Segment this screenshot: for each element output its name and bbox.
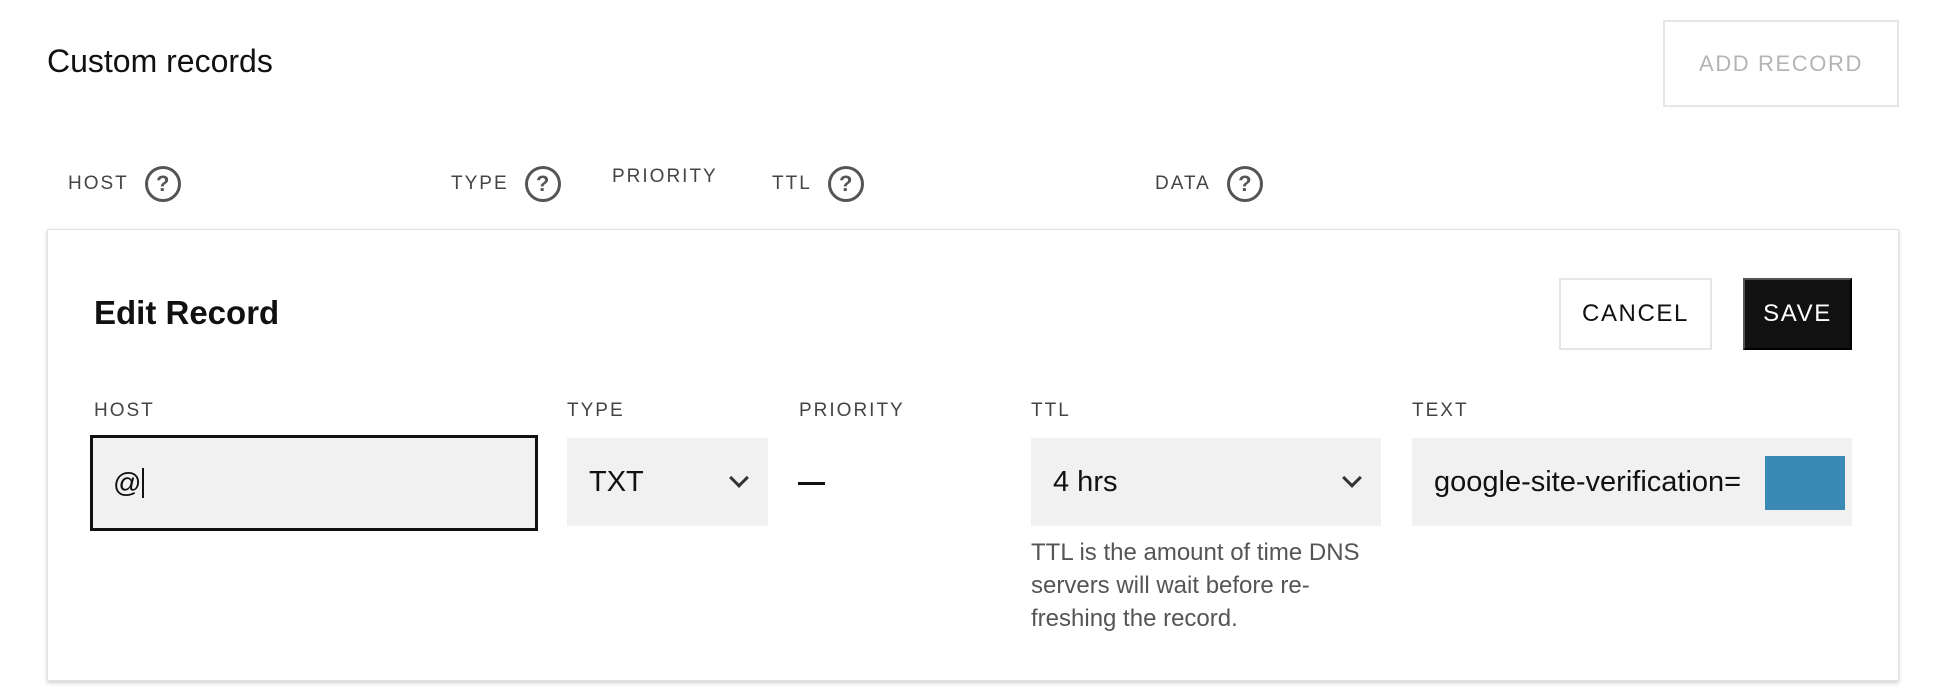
redacted-value-block — [1765, 456, 1845, 510]
column-header-host-label: HOST — [68, 173, 129, 194]
edit-record-card: Edit Record CANCEL SAVE HOST TYPE PRIORI… — [47, 229, 1899, 681]
question-circle-icon[interactable]: ? — [827, 166, 864, 202]
column-header-ttl: TTL ? — [772, 166, 864, 202]
column-header-data: DATA ? — [1155, 166, 1263, 202]
column-header-type: TYPE ? — [451, 166, 561, 202]
save-button[interactable]: SAVE — [1743, 278, 1852, 350]
custom-records-page: Custom records ADD RECORD HOST ? TYPE ? … — [0, 0, 1956, 688]
add-record-button[interactable]: ADD RECORD — [1663, 20, 1899, 107]
type-field-label: TYPE — [567, 400, 625, 421]
host-field-label: HOST — [94, 400, 155, 421]
text-caret — [142, 468, 145, 498]
type-select-value: TXT — [589, 465, 644, 498]
cancel-button[interactable]: CANCEL — [1559, 278, 1712, 350]
ttl-help-text: TTL is the amount of time DNS servers wi… — [1031, 539, 1360, 632]
column-header-priority-label: PRIORITY — [612, 166, 718, 187]
question-circle-icon[interactable]: ? — [524, 166, 561, 202]
column-header-priority: PRIORITY — [612, 166, 718, 188]
question-circle-icon[interactable]: ? — [1226, 166, 1263, 202]
host-input[interactable]: @ — [90, 435, 538, 531]
text-input-value: google-site-verification= — [1434, 465, 1742, 498]
type-select[interactable]: TXT — [567, 438, 768, 526]
ttl-select-value: 4 hrs — [1053, 465, 1118, 498]
chevron-down-icon — [729, 468, 749, 488]
question-circle-icon[interactable]: ? — [144, 166, 181, 202]
host-input-value: @ — [113, 467, 142, 498]
column-header-ttl-label: TTL — [772, 173, 812, 194]
column-header-host: HOST ? — [68, 166, 181, 202]
ttl-field-label: TTL — [1031, 400, 1071, 421]
ttl-select[interactable]: 4 hrs — [1031, 438, 1381, 526]
priority-value — [798, 482, 825, 485]
text-field-label: TEXT — [1412, 400, 1469, 421]
edit-record-title: Edit Record — [94, 294, 280, 331]
column-header-type-label: TYPE — [451, 173, 509, 194]
priority-field-label: PRIORITY — [799, 400, 905, 421]
column-header-data-label: DATA — [1155, 173, 1211, 194]
chevron-down-icon — [1342, 468, 1362, 488]
section-title: Custom records — [47, 43, 273, 79]
